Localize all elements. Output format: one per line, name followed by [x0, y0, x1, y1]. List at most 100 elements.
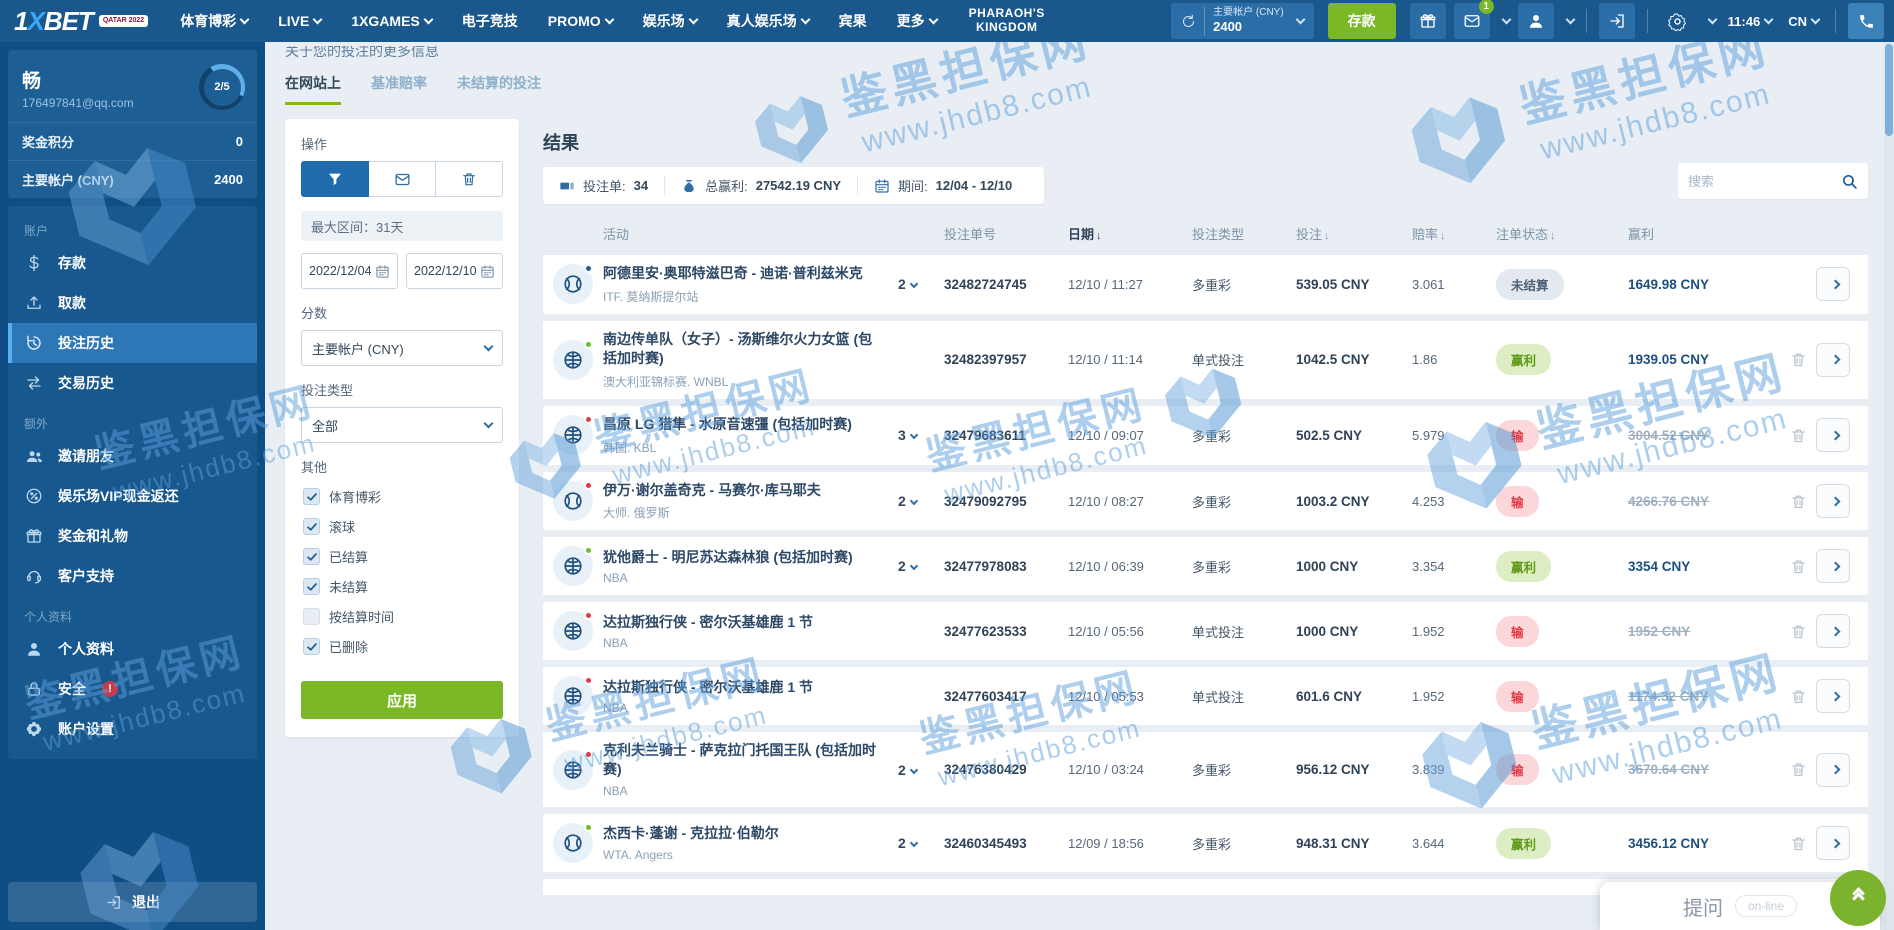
row-detail-button[interactable] — [1816, 549, 1850, 584]
menu-casino[interactable]: 娱乐场 — [643, 11, 699, 31]
expand-count[interactable]: 2 — [898, 276, 944, 292]
row-detail-button[interactable] — [1816, 679, 1850, 714]
search-input[interactable] — [1688, 173, 1841, 189]
col-date[interactable]: 日期 ↓ — [1068, 224, 1192, 243]
table-row[interactable]: 达拉斯独行侠 - 密尔沃基雄鹿 1 节 NBA 32477603417 12/10… — [543, 667, 1868, 726]
col-stake[interactable]: 投注 ↓ — [1296, 224, 1412, 243]
expand-count[interactable]: 2 — [898, 762, 944, 778]
apply-button[interactable]: 应用 — [301, 681, 503, 719]
menu-more[interactable]: 更多 — [897, 11, 939, 31]
sidebar-item-vip-cashback[interactable]: 娱乐场VIP现金返还 — [8, 476, 257, 516]
bet-type-select[interactable]: 全部 — [301, 407, 503, 443]
refresh-icon[interactable] — [1181, 14, 1196, 29]
delete-bet-button[interactable] — [1780, 761, 1816, 778]
sidebar-item-deposit[interactable]: 存款 — [8, 243, 257, 283]
tab-on-site[interactable]: 在网站上 — [285, 73, 341, 105]
account-selector[interactable]: 主要帐户 (CNY) 2400 — [1171, 3, 1314, 39]
expand-count[interactable]: 2 — [898, 835, 944, 851]
checkbox-deleted[interactable]: 已删除 — [303, 637, 501, 656]
scrollbar-thumb[interactable] — [1885, 44, 1893, 136]
expand-count[interactable]: 2 — [898, 493, 944, 509]
deposit-button[interactable]: 存款 — [1327, 3, 1396, 39]
messages-button[interactable]: 1 — [1453, 0, 1494, 39]
menu-esports[interactable]: 电子竞技 — [462, 11, 518, 31]
pharaohs-kingdom-banner[interactable]: PHARAOH'S KINGDOM — [969, 6, 1045, 35]
date-from-input[interactable]: 2022/12/04 — [301, 253, 398, 289]
brand-logo[interactable]: 1XBET Qatar 2022 — [14, 6, 149, 37]
time-selector[interactable]: 11:46 — [1724, 14, 1777, 29]
phone-support-button[interactable] — [1848, 3, 1884, 39]
delete-bet-button[interactable] — [1780, 835, 1816, 852]
gift-button[interactable] — [1409, 3, 1446, 39]
expand-count[interactable]: 2 — [898, 558, 944, 574]
row-detail-button[interactable] — [1816, 267, 1850, 302]
sidebar-item-invite-friends[interactable]: 邀请朋友 — [8, 436, 257, 476]
account-select[interactable]: 主要帐户 (CNY) — [301, 330, 503, 366]
col-bet-type[interactable]: 投注类型 — [1192, 224, 1296, 243]
row-detail-button[interactable] — [1816, 752, 1850, 787]
profile-button[interactable] — [1517, 3, 1554, 39]
row-detail-button[interactable] — [1816, 614, 1850, 649]
sidebar-item-bonuses-gifts[interactable]: 奖金和礼物 — [8, 516, 257, 556]
mail-report-button[interactable] — [369, 161, 436, 197]
vertical-scrollbar[interactable] — [1884, 42, 1894, 930]
menu-live-casino[interactable]: 真人娱乐场 — [727, 11, 811, 31]
menu-promo[interactable]: PROMO — [548, 13, 615, 29]
delete-bet-button[interactable] — [1780, 427, 1816, 444]
tab-unsettled-bets[interactable]: 未结算的投注 — [457, 73, 541, 105]
table-row[interactable]: 犹他爵士 - 明尼苏达森林狼 (包括加时赛) NBA 2 32477978083 … — [543, 537, 1868, 596]
profile-progress-ring[interactable]: 2/5 — [199, 64, 245, 110]
settings-button-top[interactable] — [1660, 3, 1696, 39]
sidebar-item-bet-history[interactable]: 投注历史 — [8, 323, 257, 363]
menu-1xgames[interactable]: 1XGAMES — [351, 13, 434, 29]
delete-bet-button[interactable] — [1780, 558, 1816, 575]
chat-toggle-button[interactable] — [1830, 870, 1886, 926]
sidebar-item-security[interactable]: 安全 ! — [8, 669, 257, 709]
sidebar-item-withdraw[interactable]: 取款 — [8, 283, 257, 323]
search-icon[interactable] — [1841, 173, 1858, 190]
delete-bet-button[interactable] — [1780, 493, 1816, 510]
col-event[interactable]: 活动 — [603, 224, 898, 243]
col-win[interactable]: 赢利 — [1628, 224, 1780, 243]
table-row[interactable]: 伊万·谢尔盖奇克 - 马赛尔·库马耶夫 大师. 俄罗斯 2 32479092795… — [543, 471, 1868, 531]
col-bet-id[interactable]: 投注单号 — [944, 224, 1068, 243]
status-dot — [584, 823, 593, 833]
logout-button-top[interactable] — [1598, 3, 1635, 39]
menu-live[interactable]: LIVE — [278, 13, 323, 29]
row-detail-button[interactable] — [1816, 484, 1850, 518]
table-row[interactable]: 南边传单队（女子）- 汤斯维尔火力女篮 (包括加时赛) 澳大利亚锦标赛. WNBL… — [543, 320, 1868, 399]
menu-sports[interactable]: 体育博彩 — [180, 11, 250, 31]
row-detail-button[interactable] — [1816, 342, 1850, 377]
checkbox-by-settle-time[interactable]: 按结算时间 — [303, 607, 501, 626]
menu-bingo[interactable]: 宾果 — [839, 11, 867, 31]
language-selector[interactable]: CN — [1784, 14, 1823, 29]
checkbox-settled[interactable]: 已结算 — [303, 547, 501, 566]
row-detail-button[interactable] — [1816, 826, 1850, 861]
delete-bet-button[interactable] — [1780, 351, 1816, 368]
table-row[interactable]: 达拉斯独行侠 - 密尔沃基雄鹿 1 节 NBA 32477623533 12/10… — [543, 602, 1868, 661]
expand-count[interactable]: 3 — [898, 427, 944, 443]
logout-button[interactable]: 退出 — [8, 882, 257, 922]
col-odds[interactable]: 赔率 ↓ — [1412, 224, 1496, 243]
checkbox-unsettled[interactable]: 未结算 — [303, 577, 501, 596]
date-to-input[interactable]: 2022/12/10 — [406, 253, 503, 289]
filter-button[interactable] — [301, 161, 369, 197]
table-row[interactable]: 克利夫兰骑士 - 萨克拉门托国王队 (包括加时赛) NBA 2 324763804… — [543, 732, 1868, 808]
sidebar-item-account-settings[interactable]: 账户设置 — [8, 709, 257, 749]
col-status[interactable]: 注单状态 ↓ — [1496, 224, 1628, 243]
checkbox-icon — [303, 578, 320, 595]
sidebar-item-transaction-history[interactable]: 交易历史 — [8, 363, 257, 403]
sidebar-item-profile[interactable]: 个人资料 — [8, 629, 257, 669]
table-row[interactable]: 昌原 LG 猎隼 - 水原音速彊 (包括加时赛) 韩国. KBL 3 324796… — [543, 405, 1868, 465]
table-row[interactable]: 阿德里安·奥耶特滋巴奇 - 迪诺·普利兹米克 ITF. 莫纳斯提尔站 2 3248… — [543, 255, 1868, 314]
checkbox-sports-betting[interactable]: 体育博彩 — [303, 487, 501, 506]
tab-base-odds[interactable]: 基准赔率 — [371, 73, 427, 105]
table-row[interactable]: 杰西卡·蓬谢 - 克拉拉·伯勒尔 WTA. Angers 2 3246034549… — [543, 814, 1868, 873]
row-detail-button[interactable] — [1816, 418, 1850, 453]
delete-bets-button[interactable] — [436, 161, 503, 197]
checkbox-live[interactable]: 滚球 — [303, 517, 501, 536]
summary-bar: 投注单: 34 总赢利: 27542.19 CNY 期间: 12/04 - 12/10 — [543, 167, 1045, 204]
delete-bet-button[interactable] — [1780, 623, 1816, 640]
sidebar-item-support[interactable]: 客户支持 — [8, 556, 257, 596]
delete-bet-button[interactable] — [1780, 688, 1816, 705]
